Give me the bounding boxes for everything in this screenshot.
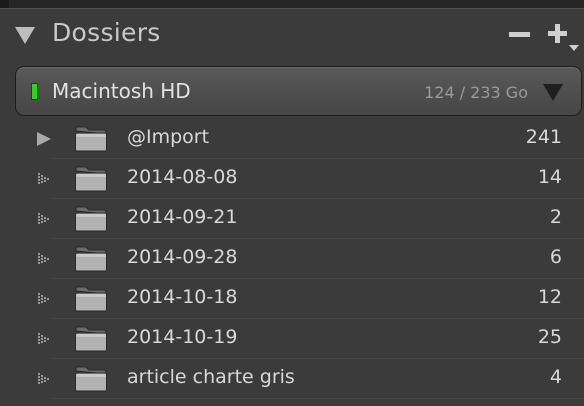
empty-folder-disclosure-icon	[38, 333, 49, 344]
folder-icon	[75, 206, 107, 232]
folder-name: 2014-08-08	[127, 166, 238, 188]
panel-title: Dossiers	[52, 18, 161, 47]
folder-icon	[75, 246, 107, 272]
empty-folder-disclosure-icon	[38, 373, 49, 384]
folder-count: 12	[537, 286, 562, 308]
volume-menu-arrow-icon[interactable]	[542, 83, 564, 102]
folder-count: 25	[537, 326, 562, 348]
folder-row[interactable]: article charte gris 4	[0, 359, 584, 399]
folder-row[interactable]: 2014-09-21 2	[0, 199, 584, 239]
volume-header[interactable]: Macintosh HD 124 / 233 Go	[15, 66, 582, 116]
plus-dropdown-icon[interactable]	[546, 21, 584, 53]
empty-folder-disclosure-icon	[38, 213, 49, 224]
folder-count: 14	[537, 166, 562, 188]
volume-status-indicator	[31, 83, 38, 100]
folder-name: @Import	[127, 126, 210, 148]
folder-row[interactable]: 2014-09-28 6	[0, 239, 584, 279]
folder-count: 2	[549, 206, 562, 228]
folder-row[interactable]: 2014-08-08 14	[0, 159, 584, 199]
folder-icon	[75, 166, 107, 192]
empty-folder-disclosure-icon	[38, 173, 49, 184]
panel-top-border	[0, 0, 584, 9]
disclosure-triangle-right-icon[interactable]	[36, 131, 52, 147]
folder-name: 2014-10-19	[127, 326, 238, 348]
folder-name: 2014-09-21	[127, 206, 238, 228]
folder-name: 2014-09-28	[127, 246, 238, 268]
folder-name: article charte gris	[127, 366, 295, 388]
volume-usage: 124 / 233 Go	[424, 83, 528, 102]
volume-name: Macintosh HD	[52, 79, 191, 103]
folder-icon	[75, 326, 107, 352]
folder-row[interactable]: @Import 241	[0, 119, 584, 159]
empty-folder-disclosure-icon	[38, 293, 49, 304]
panel-header[interactable]: Dossiers	[0, 9, 584, 59]
folder-count: 4	[549, 366, 562, 388]
empty-folder-disclosure-icon	[38, 253, 49, 264]
folder-row[interactable]: 2014-10-18 12	[0, 279, 584, 319]
folder-icon	[75, 286, 107, 312]
folder-icon	[75, 366, 107, 392]
folder-list: @Import 241 2014-08-08 14 2014-09-21 2 2014-09…	[0, 119, 584, 399]
folder-row[interactable]: 2014-10-19 25	[0, 319, 584, 359]
folder-icon	[75, 126, 107, 152]
folder-count: 6	[549, 246, 562, 268]
minus-icon[interactable]	[506, 21, 534, 49]
folder-name: 2014-10-18	[127, 286, 238, 308]
folder-count: 241	[525, 126, 562, 148]
row-divider	[52, 398, 584, 399]
panel-corner	[0, 0, 9, 8]
folders-panel: Dossiers Macintosh HD 124 / 233 Go @Impo…	[0, 0, 584, 406]
disclosure-triangle-down-icon[interactable]	[14, 25, 36, 45]
